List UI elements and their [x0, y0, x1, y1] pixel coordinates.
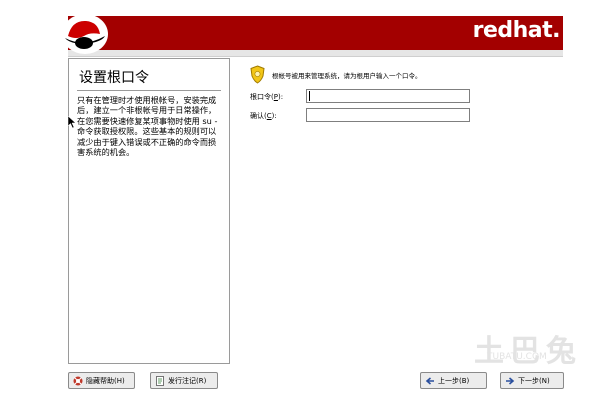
confirm-password-input[interactable] — [306, 108, 470, 122]
arrow-left-icon — [425, 376, 434, 385]
brand-wordmark: redhat. — [472, 18, 561, 43]
watermark-url: TUBATU.COM — [487, 352, 547, 362]
redhat-logo-icon — [62, 14, 108, 54]
confirm-password-label: 确认(C): — [250, 112, 277, 120]
next-button[interactable]: 下一步(N) — [500, 372, 564, 389]
root-password-input[interactable] — [306, 89, 470, 103]
root-password-hint: 根帐号被用来管理系统，请为根用户输入一个口令。 — [272, 72, 422, 80]
help-title: 设置根口令 — [79, 70, 149, 86]
help-text: 只有在管理时才使用根帐号，安装完成后，建立一个非根帐号用于日常操作，在您需要快速… — [77, 95, 218, 158]
help-icon — [73, 376, 83, 385]
back-label: 上一步(B) — [438, 376, 470, 385]
text-caret — [309, 91, 310, 101]
watermark: 土巴兔 — [474, 334, 582, 369]
next-label: 下一步(N) — [518, 376, 550, 385]
help-divider — [77, 90, 221, 91]
hide-help-label: 隐藏帮助(H) — [86, 376, 125, 385]
document-icon — [156, 375, 164, 386]
release-notes-label: 发行注记(R) — [168, 376, 207, 385]
security-shield-icon — [250, 65, 265, 84]
back-button[interactable]: 上一步(B) — [420, 372, 487, 389]
hide-help-button[interactable]: 隐藏帮助(H) — [68, 372, 135, 389]
header-strip — [68, 50, 563, 57]
help-panel: 设置根口令 只有在管理时才使用根帐号，安装完成后，建立一个非根帐号用于日常操作，… — [68, 58, 230, 364]
root-password-label: 根口令(P): — [250, 93, 284, 101]
release-notes-button[interactable]: 发行注记(R) — [150, 372, 218, 389]
arrow-right-icon — [506, 376, 515, 385]
mouse-pointer-icon — [68, 116, 76, 128]
